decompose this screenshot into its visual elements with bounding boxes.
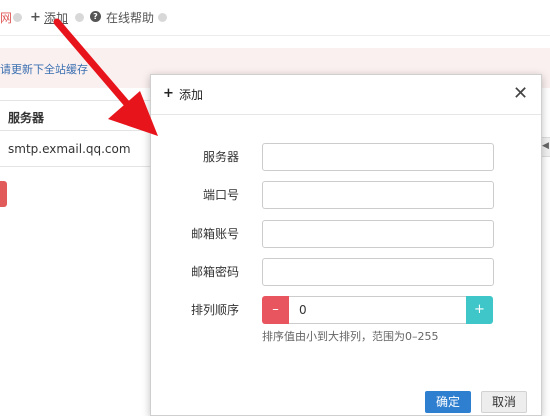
toolbar-add-link[interactable]: 添加 xyxy=(44,10,68,26)
order-stepper-input[interactable]: 0 xyxy=(289,296,466,324)
toolbar-help-link[interactable]: 在线帮助 xyxy=(106,10,154,26)
port-label: 端口号 xyxy=(202,188,239,202)
separator-dot xyxy=(158,13,167,22)
table-cell-server: smtp.exmail.qq.com xyxy=(8,142,131,156)
table-row[interactable]: smtp.exmail.qq.com xyxy=(0,131,160,167)
close-icon[interactable]: ✕ xyxy=(513,85,528,103)
confirm-button[interactable]: 确定 xyxy=(425,391,471,413)
refresh-cache-link[interactable]: 请更新下全站缓存 xyxy=(0,61,88,77)
red-action-tab[interactable] xyxy=(0,181,7,207)
email-account-input[interactable] xyxy=(262,220,494,248)
separator-dot xyxy=(13,13,22,22)
minus-icon: – xyxy=(272,302,279,317)
plus-icon: + xyxy=(163,86,174,101)
toolbar-partial-item[interactable]: 网 xyxy=(0,10,12,26)
minus-button[interactable]: – xyxy=(262,296,289,324)
table-header: 服务器 xyxy=(0,101,160,131)
plus-button[interactable]: + xyxy=(466,296,493,324)
server-input[interactable] xyxy=(262,143,494,171)
cancel-button[interactable]: 取消 xyxy=(481,391,527,413)
add-dialog: + 添加 ✕ 服务器 端口号 邮箱账号 邮箱密码 排列顺序 – 0 + 排序值由… xyxy=(150,74,542,416)
server-label: 服务器 xyxy=(202,150,239,164)
dialog-header: + 添加 ✕ xyxy=(151,75,541,115)
plus-icon: + xyxy=(30,10,41,25)
order-hint: 排序值由小到大排列，范围为0–255 xyxy=(262,330,439,343)
chevron-left-icon: ◀ xyxy=(542,141,549,151)
top-toolbar: 网 + 添加 ? 在线帮助 xyxy=(0,0,550,36)
port-input[interactable] xyxy=(262,181,494,209)
account-label: 邮箱账号 xyxy=(190,227,239,241)
dialog-title: 添加 xyxy=(179,88,204,102)
password-label: 邮箱密码 xyxy=(190,265,239,279)
column-header-server[interactable]: 服务器 xyxy=(8,109,44,126)
help-icon: ? xyxy=(90,11,101,22)
email-password-input[interactable] xyxy=(262,258,494,286)
separator-dot xyxy=(75,13,84,22)
plus-icon: + xyxy=(474,302,485,317)
order-label: 排列顺序 xyxy=(190,303,239,317)
server-table: 服务器 smtp.exmail.qq.com xyxy=(0,100,160,167)
